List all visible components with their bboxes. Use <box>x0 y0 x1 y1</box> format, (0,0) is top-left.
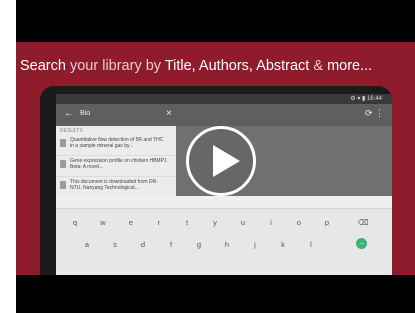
play-icon <box>213 145 240 177</box>
page-frame: Search your library by Title, Authors, A… <box>0 0 415 313</box>
document-icon <box>60 139 66 147</box>
key[interactable]: y <box>208 218 222 227</box>
key[interactable]: t <box>180 218 194 227</box>
key[interactable]: d <box>136 240 150 249</box>
key[interactable]: h <box>220 240 234 249</box>
key[interactable]: g <box>192 240 206 249</box>
key[interactable]: i <box>264 218 278 227</box>
status-time: ⚙ ▾ ▮ 16:44 <box>350 96 382 102</box>
keyboard-row-2: a s d f g h j k l → <box>56 238 392 254</box>
list-item[interactable]: This document is downloaded from DR-NTU,… <box>56 177 176 198</box>
keyboard-row-1: q w e r t y u i o p ⌫ <box>56 216 392 232</box>
back-arrow-icon[interactable]: ← <box>64 108 74 119</box>
headline-word-fields: Title, Authors, Abstract <box>164 58 310 74</box>
results-list: RESULTS Quantitative flow detection of 5… <box>56 126 176 198</box>
refresh-menu-icons[interactable]: ⟳ ⋮ <box>365 108 384 119</box>
list-item[interactable]: Gene expression profile on chicken HBMP1… <box>56 156 176 177</box>
headline-word-and: & <box>309 58 328 74</box>
key[interactable]: e <box>124 218 138 227</box>
key[interactable]: u <box>236 218 250 227</box>
key[interactable]: q <box>68 218 82 227</box>
key[interactable]: o <box>292 218 306 227</box>
promo-headline: Search your library by Title, Authors, A… <box>20 58 400 74</box>
play-button[interactable] <box>186 126 256 196</box>
document-icon <box>60 160 66 168</box>
suggestion-strip <box>56 196 392 209</box>
key[interactable]: j <box>248 240 262 249</box>
headline-word-search: Search <box>20 58 66 74</box>
clear-icon[interactable]: × <box>166 108 172 119</box>
key[interactable]: f <box>164 240 178 249</box>
on-screen-keyboard: q w e r t y u i o p ⌫ a s d f g h j k l … <box>56 196 392 275</box>
enter-key-icon[interactable]: → <box>356 238 367 249</box>
document-icon <box>60 181 66 189</box>
backspace-key-icon[interactable]: ⌫ <box>356 218 370 227</box>
list-item-title: This document is downloaded from DR-NTU,… <box>70 179 158 191</box>
status-bar: ⚙ ▾ ▮ 16:44 <box>56 94 392 104</box>
search-input[interactable]: Bio <box>80 110 90 117</box>
headline-word-more: more... <box>327 58 373 74</box>
list-item-title: Quantitative flow detection of 5R and TH… <box>70 137 164 149</box>
key[interactable]: s <box>108 240 122 249</box>
results-header: RESULTS <box>60 128 83 134</box>
list-item-title: Gene expression profile on chicken HBMP1… <box>70 158 167 170</box>
search-appbar: ← Bio × ⟳ ⋮ <box>56 104 392 126</box>
key[interactable]: a <box>80 240 94 249</box>
key[interactable]: w <box>96 218 110 227</box>
list-item[interactable]: Quantitative flow detection of 5R and TH… <box>56 135 176 156</box>
headline-word-library: your library by <box>65 58 165 74</box>
key[interactable]: p <box>320 218 334 227</box>
key[interactable]: r <box>152 218 166 227</box>
key[interactable]: l <box>304 240 318 249</box>
key[interactable]: k <box>276 240 290 249</box>
